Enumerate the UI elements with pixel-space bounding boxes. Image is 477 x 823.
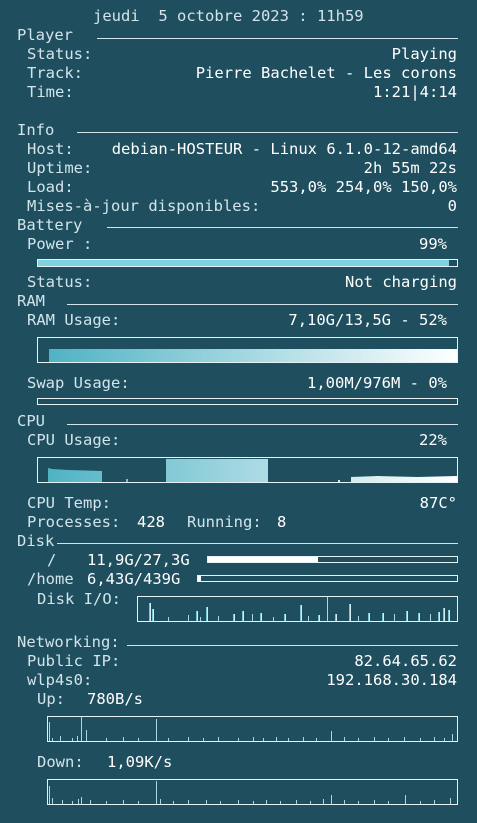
ram-divider: [67, 304, 458, 305]
host-value: debian-HOSTEUR - Linux 6.1.0-12-amd64: [111, 140, 457, 158]
public-ip-value: 82.64.65.62: [354, 652, 457, 670]
host-label: Host:: [27, 140, 74, 158]
networking-header: Networking:: [17, 633, 120, 651]
swap-usage-label: Swap Usage:: [27, 374, 130, 392]
updates-value: 0: [447, 197, 457, 215]
cpu-usage-label: CPU Usage:: [27, 431, 121, 449]
player-status-value: Playing: [391, 45, 457, 63]
player-divider: [97, 38, 458, 39]
battery-power-value: 99%: [419, 235, 447, 253]
player-track-value: Pierre Bachelet - Les corons: [195, 64, 457, 82]
networking-divider: [127, 645, 458, 646]
cpu-divider: [67, 424, 458, 425]
interface-ip-value: 192.168.30.184: [326, 671, 457, 689]
ram-usage-bar-fill: [49, 349, 457, 362]
swap-usage-bar: [37, 398, 458, 405]
player-header: Player: [17, 26, 73, 44]
disk-home-bar: [197, 575, 458, 582]
player-time-label: Time:: [27, 83, 74, 101]
cpu-usage-value: 22%: [419, 431, 447, 449]
cpu-usage-graph: [37, 457, 458, 483]
battery-power-bar-fill: [38, 260, 449, 266]
processes-value: 428: [137, 513, 165, 531]
uptime-value: 2h 55m 22s: [363, 159, 457, 177]
player-time-value: 1:21|4:14: [373, 83, 457, 101]
cpu-header: CPU: [17, 412, 45, 430]
battery-power-bar: [37, 259, 458, 267]
ram-usage-label: RAM Usage:: [27, 311, 121, 329]
disk-root-label: /: [47, 551, 57, 569]
disk-divider: [57, 543, 458, 544]
download-graph: [47, 779, 458, 805]
upload-label: Up:: [37, 690, 65, 708]
upload-value: 780B/s: [87, 690, 143, 708]
disk-root-value: 11,9G/27,3G: [87, 551, 190, 569]
info-divider: [77, 132, 458, 133]
ram-usage-bar: [37, 337, 458, 363]
player-track-label: Track:: [27, 64, 83, 82]
download-label: Down:: [37, 753, 84, 771]
disk-home-bar-fill: [198, 576, 201, 581]
uptime-label: Uptime:: [27, 159, 93, 177]
disk-header: Disk: [17, 532, 55, 550]
battery-status-value: Not charging: [345, 273, 457, 291]
load-value: 553,0% 254,0% 150,0%: [270, 178, 457, 196]
disk-root-bar: [207, 556, 458, 563]
updates-label: Mises-à-jour disponibles:: [27, 197, 261, 215]
interface-label: wlp4s0:: [27, 671, 93, 689]
conky-panel: jeudi 5 octobre 2023 : 11h59 Player Stat…: [0, 0, 477, 823]
datetime: jeudi 5 octobre 2023 : 11h59: [93, 7, 364, 25]
cpu-temp-label: CPU Temp:: [27, 494, 111, 512]
upload-graph: [47, 716, 458, 742]
player-status-label: Status:: [27, 45, 93, 63]
public-ip-label: Public IP:: [27, 652, 121, 670]
battery-divider: [107, 227, 458, 228]
disk-root-bar-fill: [208, 557, 318, 562]
download-graph-plot: [49, 781, 451, 804]
cpu-temp-value: 87C°: [419, 494, 457, 512]
battery-status-label: Status:: [27, 273, 93, 291]
processes-label: Processes:: [27, 513, 121, 531]
cpu-usage-graph-plot: [48, 459, 457, 482]
battery-power-label: Power :: [27, 235, 93, 253]
disk-home-value: 6,43G/439G: [87, 570, 181, 588]
disk-io-graph: [137, 596, 458, 622]
load-label: Load:: [27, 178, 74, 196]
ram-usage-value: 7,10G/13,5G - 52%: [288, 311, 447, 329]
disk-io-label: Disk I/O:: [37, 590, 121, 608]
download-value: 1,09K/s: [107, 753, 173, 771]
disk-io-graph-plot: [149, 597, 450, 621]
upload-graph-plot: [49, 717, 453, 741]
running-value: 8: [277, 513, 287, 531]
swap-usage-value: 1,00M/976M - 0%: [307, 374, 447, 392]
battery-header: Battery: [17, 216, 83, 234]
running-label: Running:: [187, 513, 262, 531]
info-header: Info: [17, 121, 55, 139]
ram-header: RAM: [17, 292, 45, 310]
disk-home-label: /home: [27, 570, 74, 588]
